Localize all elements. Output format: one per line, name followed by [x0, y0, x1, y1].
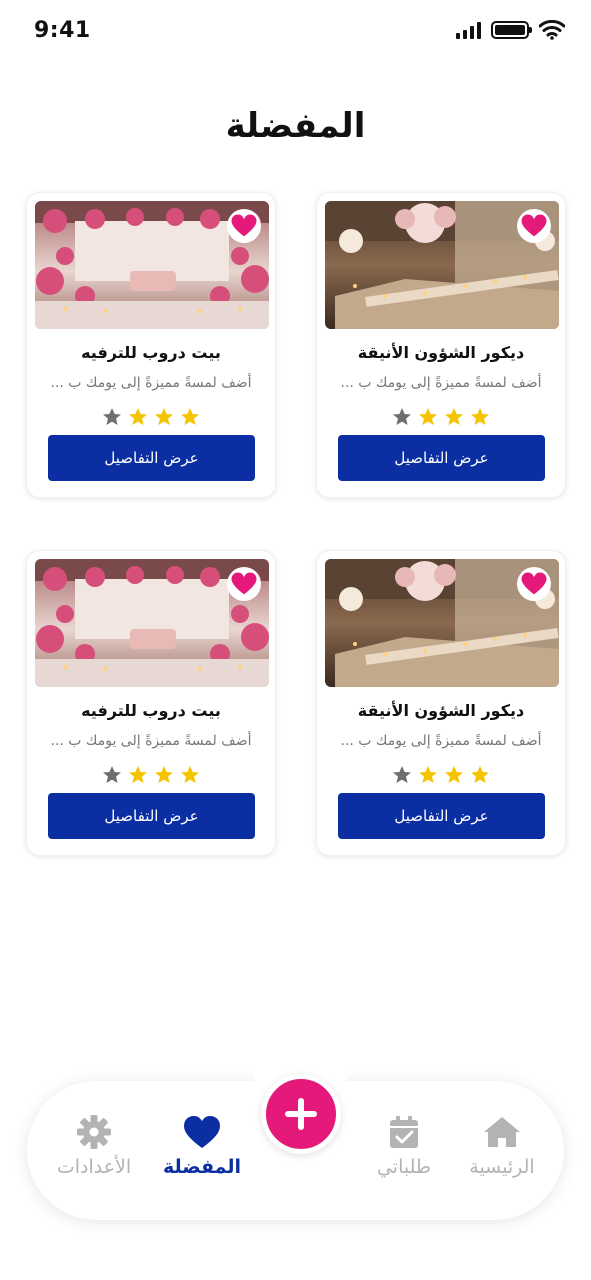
- favorite-card[interactable]: ديكور الشؤون الأنيقة أضف لمسةً مميزةً إل…: [316, 192, 566, 498]
- nav-settings-label: الأعدادات: [56, 1156, 132, 1178]
- rating: [317, 407, 565, 427]
- favorite-card[interactable]: ديكور الشؤون الأنيقة أضف لمسةً مميزةً إل…: [316, 550, 566, 856]
- card-description: أضف لمسةً مميزةً إلى يومك ب ...: [50, 733, 252, 749]
- card-title: ديكور الشؤون الأنيقة: [357, 701, 525, 720]
- home-icon: [484, 1117, 520, 1147]
- star-icon: [445, 766, 463, 783]
- status-time: 9:41: [34, 18, 91, 43]
- favorite-toggle[interactable]: [517, 209, 551, 243]
- star-empty-icon: [103, 408, 121, 425]
- star-icon: [445, 408, 463, 425]
- star-icon: [155, 766, 173, 783]
- heart-icon: [230, 571, 258, 596]
- star-icon: [181, 766, 199, 783]
- view-details-button[interactable]: عرض التفاصيل: [338, 435, 545, 481]
- heart-icon: [520, 213, 548, 238]
- status-bar: 9:41: [0, 0, 591, 64]
- star-empty-icon: [393, 766, 411, 783]
- favorite-toggle[interactable]: [227, 567, 261, 601]
- card-title: بيت دروب للترفيه: [81, 343, 221, 362]
- nav-orders-label: طلباتي: [376, 1156, 432, 1178]
- rating: [27, 407, 275, 427]
- heart-icon: [520, 571, 548, 596]
- card-image: [325, 559, 559, 687]
- star-icon: [129, 408, 147, 425]
- star-icon: [129, 766, 147, 783]
- view-details-button[interactable]: عرض التفاصيل: [48, 793, 255, 839]
- calendar-check-icon: [390, 1116, 418, 1148]
- rating: [27, 765, 275, 785]
- gear-icon: [77, 1115, 111, 1149]
- battery-icon: [491, 21, 532, 39]
- favorite-toggle[interactable]: [227, 209, 261, 243]
- card-title: بيت دروب للترفيه: [81, 701, 221, 720]
- nav-orders[interactable]: طلباتي: [359, 1114, 449, 1178]
- plus-icon: [285, 1098, 317, 1130]
- card-description: أضف لمسةً مميزةً إلى يومك ب ...: [50, 375, 252, 391]
- star-icon: [471, 408, 489, 425]
- star-empty-icon: [393, 408, 411, 425]
- status-icons: [456, 20, 565, 40]
- favorite-card[interactable]: بيت دروب للترفيه أضف لمسةً مميزةً إلى يو…: [26, 192, 276, 498]
- card-image: [35, 201, 269, 329]
- card-image: [325, 201, 559, 329]
- signal-icon: [456, 21, 481, 39]
- view-details-button[interactable]: عرض التفاصيل: [338, 793, 545, 839]
- nav-home-label: الرئيسية: [469, 1156, 535, 1178]
- nav-favorites[interactable]: المفضلة: [157, 1114, 247, 1178]
- nav-favorites-label: المفضلة: [162, 1156, 242, 1178]
- favorite-card[interactable]: بيت دروب للترفيه أضف لمسةً مميزةً إلى يو…: [26, 550, 276, 856]
- star-icon: [471, 766, 489, 783]
- favorite-toggle[interactable]: [517, 567, 551, 601]
- page-title: المفضلة: [225, 106, 366, 146]
- nav-home[interactable]: الرئيسية: [457, 1114, 547, 1178]
- card-image: [35, 559, 269, 687]
- card-title: ديكور الشؤون الأنيقة: [357, 343, 525, 362]
- star-icon: [419, 408, 437, 425]
- heart-icon: [184, 1116, 220, 1148]
- card-description: أضف لمسةً مميزةً إلى يومك ب ...: [340, 733, 542, 749]
- card-description: أضف لمسةً مميزةً إلى يومك ب ...: [340, 375, 542, 391]
- star-icon: [181, 408, 199, 425]
- star-icon: [419, 766, 437, 783]
- rating: [317, 765, 565, 785]
- add-button[interactable]: [261, 1074, 341, 1154]
- heart-icon: [230, 213, 258, 238]
- nav-settings[interactable]: الأعدادات: [49, 1114, 139, 1178]
- view-details-button[interactable]: عرض التفاصيل: [48, 435, 255, 481]
- star-icon: [155, 408, 173, 425]
- wifi-icon: [539, 20, 565, 40]
- star-empty-icon: [103, 766, 121, 783]
